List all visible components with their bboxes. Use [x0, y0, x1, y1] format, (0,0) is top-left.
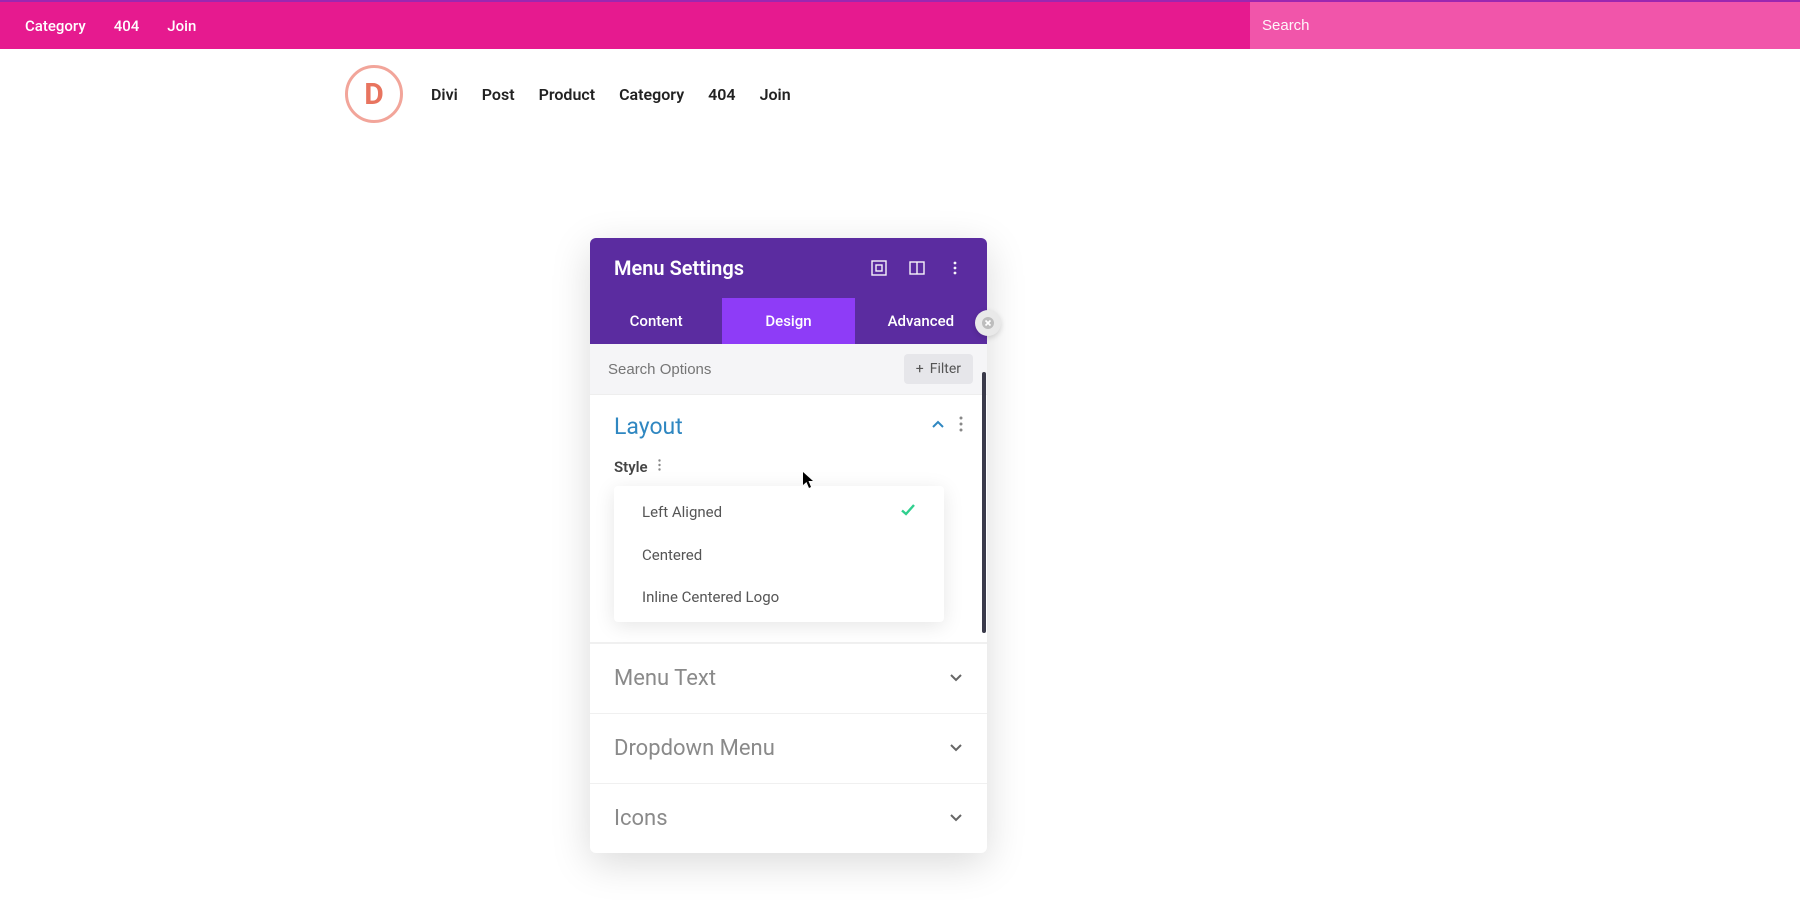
panel-scrollbar[interactable] [982, 372, 986, 633]
style-label: Style [614, 458, 648, 476]
section-layout-controls [931, 416, 963, 437]
logo-letter: D [364, 77, 384, 112]
top-bar-left: t Category 404 Join [0, 17, 196, 35]
tab-content[interactable]: Content [590, 298, 722, 344]
style-kebab-icon[interactable] [658, 459, 661, 475]
topbar-item-category[interactable]: Category [25, 17, 86, 35]
section-menu-text[interactable]: Menu Text [590, 643, 987, 713]
section-icons[interactable]: Icons [590, 783, 987, 853]
chevron-down-icon [949, 669, 963, 688]
section-layout-head[interactable]: Layout [614, 413, 963, 440]
nav-item-post[interactable]: Post [482, 85, 515, 104]
menu-settings-panel: Menu Settings Content Design Advanced + … [590, 238, 987, 853]
tab-design[interactable]: Design [722, 298, 854, 344]
filter-button[interactable]: + Filter [904, 354, 973, 384]
section-layout-title: Layout [614, 413, 683, 440]
style-option-left-aligned[interactable]: Left Aligned [614, 490, 944, 534]
section-dropdown-menu[interactable]: Dropdown Menu [590, 713, 987, 783]
options-search-input[interactable] [604, 355, 904, 384]
panel-header-icons [871, 260, 963, 276]
check-icon [900, 502, 916, 522]
nav-item-divi[interactable]: Divi [431, 85, 458, 104]
nav-item-category[interactable]: Category [619, 85, 684, 104]
topbar-search-input[interactable] [1262, 17, 1800, 34]
section-kebab-icon[interactable] [959, 416, 963, 437]
close-button[interactable] [975, 310, 1001, 336]
expand-icon[interactable] [871, 260, 887, 276]
style-option-label: Centered [642, 546, 702, 564]
chevron-up-icon[interactable] [931, 417, 945, 436]
close-icon [981, 316, 995, 330]
style-option-label: Inline Centered Logo [642, 588, 779, 606]
tab-advanced[interactable]: Advanced [855, 298, 987, 344]
nav-item-join[interactable]: Join [760, 85, 791, 104]
main-nav: Divi Post Product Category 404 Join [431, 85, 791, 104]
section-icons-title: Icons [614, 806, 668, 831]
topbar-search-wrap [1250, 2, 1800, 49]
top-bar: t Category 404 Join [0, 0, 1800, 49]
nav-item-404[interactable]: 404 [708, 85, 735, 104]
style-field-label-row: Style [614, 458, 963, 476]
page-menu: D Divi Post Product Category 404 Join [0, 49, 1800, 139]
panel-title: Menu Settings [614, 256, 744, 280]
style-option-inline-centered-logo[interactable]: Inline Centered Logo [614, 576, 944, 618]
columns-icon[interactable] [909, 260, 925, 276]
panel-tabs: Content Design Advanced [590, 298, 987, 344]
filter-label: Filter [930, 361, 961, 377]
logo[interactable]: D [345, 65, 403, 123]
topbar-item-join[interactable]: Join [167, 17, 196, 35]
nav-item-product[interactable]: Product [539, 85, 596, 104]
section-dropdown-menu-title: Dropdown Menu [614, 736, 775, 761]
chevron-down-icon [949, 739, 963, 758]
chevron-down-icon [949, 809, 963, 828]
options-search-row: + Filter [590, 344, 987, 395]
kebab-icon[interactable] [947, 260, 963, 276]
style-dropdown: Left Aligned Centered Inline Centered Lo… [614, 486, 944, 622]
panel-header[interactable]: Menu Settings [590, 238, 987, 298]
style-option-label: Left Aligned [642, 503, 722, 521]
section-menu-text-title: Menu Text [614, 666, 716, 691]
plus-icon: + [916, 361, 924, 377]
style-option-centered[interactable]: Centered [614, 534, 944, 576]
section-layout: Layout Style Left Aligned [590, 395, 987, 643]
topbar-item-404[interactable]: 404 [114, 17, 140, 35]
